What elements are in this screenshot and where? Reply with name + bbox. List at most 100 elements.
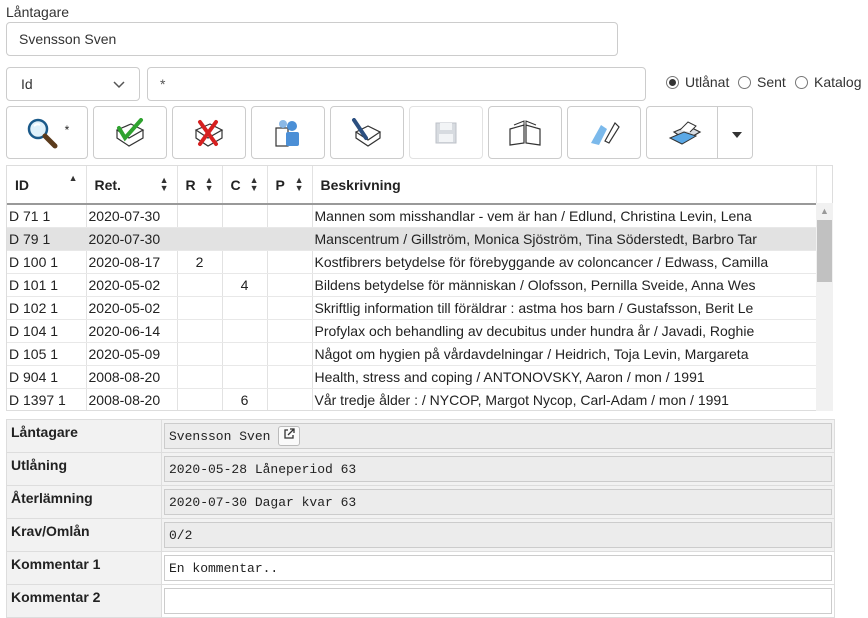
cell-description: Profylax och behandling av decubitus und… <box>312 319 817 343</box>
save-button[interactable] <box>409 106 483 159</box>
edit-button[interactable] <box>330 106 404 159</box>
checkin-button[interactable] <box>93 106 167 159</box>
cell-id: D 1397 1 <box>7 388 87 410</box>
cell-r <box>177 296 223 320</box>
cell-p <box>267 342 313 366</box>
cell-r <box>177 342 223 366</box>
detail-claims-field: 0/2 <box>164 522 832 548</box>
cell-c <box>222 319 268 343</box>
detail-borrower-field: Svensson Sven <box>164 423 832 449</box>
cell-ret: 2020-05-02 <box>86 296 178 320</box>
cell-id: D 79 1 <box>7 227 87 251</box>
cell-description: Bildens betydelse för människan / Olofss… <box>312 273 817 297</box>
radio-utlanat[interactable] <box>666 75 679 89</box>
cell-r <box>177 365 223 389</box>
chevron-down-icon <box>113 76 125 92</box>
table-scrollbar[interactable]: ▲ <box>816 203 833 411</box>
cell-c <box>222 250 268 274</box>
save-disk-icon <box>434 121 458 145</box>
sort-icon: ▲ ▼ <box>249 175 259 193</box>
cell-ret: 2008-08-20 <box>86 388 178 410</box>
sort-asc-icon: ▲ <box>68 173 78 183</box>
eraser-icon <box>587 119 621 147</box>
search-suffix: * <box>64 122 70 137</box>
cell-description: Manscentrum / Gillström, Monica Sjöström… <box>312 227 817 251</box>
print-divider <box>717 107 718 158</box>
open-borrower-button[interactable] <box>278 426 301 446</box>
detail-label-return: Återlämning <box>6 485 162 519</box>
cell-c: 4 <box>222 273 268 297</box>
column-header-ret[interactable]: Ret. ▲ ▼ <box>86 166 178 205</box>
cell-r: 2 <box>177 250 223 274</box>
cell-c: 6 <box>222 388 268 410</box>
table-row[interactable]: D 102 1 2020-05-02 Skriftlig information… <box>7 296 817 320</box>
catalog-button[interactable] <box>488 106 562 159</box>
borrower-input[interactable] <box>6 22 618 56</box>
table-row[interactable]: D 101 1 2020-05-02 4 Bildens betydelse f… <box>7 273 817 297</box>
table-row[interactable]: D 100 1 2020-08-17 2 Kostfibrers betydel… <box>7 250 817 274</box>
detail-borrower-value: Svensson Sven <box>169 428 271 444</box>
checkmark-book-icon <box>113 117 147 148</box>
comment2-input[interactable] <box>164 588 832 614</box>
cell-r <box>177 227 223 251</box>
detail-row-loan: Utlåning 2020-05-28 Låneperiod 63 <box>6 452 835 486</box>
filter-utlanat[interactable]: Utlånat <box>666 74 729 90</box>
search-button[interactable]: * <box>6 106 88 159</box>
cell-p <box>267 227 313 251</box>
print-options-dropdown[interactable] <box>722 106 752 159</box>
sort-icon: ▲ ▼ <box>159 175 169 193</box>
borrowers-button[interactable] <box>251 106 325 159</box>
cell-p <box>267 365 313 389</box>
column-header-r[interactable]: R ▲ ▼ <box>177 166 223 205</box>
detail-label-borrower: Låntagare <box>6 419 162 453</box>
table-header-row: ID ▲ Ret. ▲ ▼ R ▲ ▼ C ▲ ▼ P ▲ ▼ Beskrivning <box>7 166 817 205</box>
borrower-label: Låntagare <box>6 4 70 20</box>
table-row[interactable]: D 904 1 2008-08-20 Health, stress and co… <box>7 365 817 389</box>
remove-button[interactable] <box>172 106 246 159</box>
cell-description: Health, stress and coping / ANTONOVSKY, … <box>312 365 817 389</box>
cell-p <box>267 319 313 343</box>
filter-sent[interactable]: Sent <box>738 74 786 90</box>
cell-description: Vår tredje ålder : / NYCOP, Margot Nycop… <box>312 388 817 410</box>
cell-id: D 104 1 <box>7 319 87 343</box>
cell-p <box>267 273 313 297</box>
detail-row-return: Återlämning 2020-07-30 Dagar kvar 63 <box>6 485 835 519</box>
cell-ret: 2008-08-20 <box>86 365 178 389</box>
cell-p <box>267 296 313 320</box>
cell-c <box>222 365 268 389</box>
loans-table: ID ▲ Ret. ▲ ▼ R ▲ ▼ C ▲ ▼ P ▲ ▼ Beskrivning D 71 … <box>6 165 833 411</box>
detail-row-comment2: Kommentar 2 <box>6 584 835 618</box>
detail-row-comment1: Kommentar 1 En kommentar.. <box>6 551 835 585</box>
x-book-icon <box>192 118 226 148</box>
cell-id: D 71 1 <box>7 204 87 228</box>
table-row-selected[interactable]: D 79 1 2020-07-30 Manscentrum / Gillströ… <box>7 227 817 251</box>
detail-label-comment2: Kommentar 2 <box>6 584 162 618</box>
column-header-c[interactable]: C ▲ ▼ <box>222 166 268 205</box>
scroll-up-arrow-icon[interactable]: ▲ <box>816 203 833 220</box>
column-header-id[interactable]: ID ▲ <box>7 166 87 205</box>
detail-loan-field: 2020-05-28 Låneperiod 63 <box>164 456 832 482</box>
caret-down-icon <box>732 125 742 141</box>
column-header-beskrivning[interactable]: Beskrivning <box>312 166 817 205</box>
filter-katalog-label: Katalog <box>814 74 862 90</box>
table-row[interactable]: D 105 1 2020-05-09 Något om hygien på vå… <box>7 342 817 366</box>
scroll-thumb[interactable] <box>817 220 832 282</box>
table-row[interactable]: D 1397 1 2008-08-20 6 Vår tredje ålder :… <box>7 388 817 410</box>
cell-id: D 105 1 <box>7 342 87 366</box>
cell-ret: 2020-07-30 <box>86 204 178 228</box>
search-field-value: Id <box>21 76 33 92</box>
cell-r <box>177 273 223 297</box>
table-row[interactable]: D 104 1 2020-06-14 Profylax och behandli… <box>7 319 817 343</box>
open-book-icon <box>508 119 542 147</box>
clear-button[interactable] <box>567 106 641 159</box>
filter-katalog[interactable]: Katalog <box>795 74 861 90</box>
comment1-input[interactable]: En kommentar.. <box>164 555 832 581</box>
radio-sent[interactable] <box>738 75 751 89</box>
table-row[interactable]: D 71 1 2020-07-30 Mannen som misshandlar… <box>7 204 817 228</box>
loan-details-panel: Låntagare Svensson Sven Utlåning 2020-05… <box>6 419 835 618</box>
cell-c <box>222 204 268 228</box>
search-field-select[interactable]: Id <box>6 67 140 101</box>
search-term-input[interactable] <box>147 67 646 101</box>
radio-katalog[interactable] <box>795 75 808 89</box>
column-header-p[interactable]: P ▲ ▼ <box>267 166 313 205</box>
